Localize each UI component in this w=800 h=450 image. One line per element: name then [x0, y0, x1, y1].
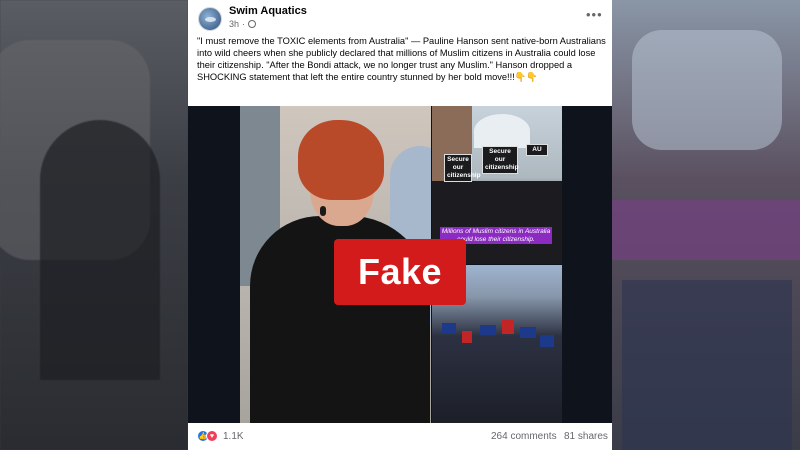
protest-sign: Secure our citizenship — [444, 154, 481, 182]
post-image[interactable]: Secure our citizenship Secure our citize… — [188, 106, 612, 423]
page-name[interactable]: Swim Aquatics — [229, 5, 307, 17]
shares-count[interactable]: 81 shares — [564, 431, 608, 442]
fake-label: Fake — [334, 239, 466, 305]
post-meta: 3h · — [229, 19, 257, 29]
post-time[interactable]: 3h — [229, 19, 239, 29]
post-header: Swim Aquatics 3h · ••• — [188, 0, 612, 34]
comments-count[interactable]: 264 comments — [491, 431, 557, 442]
facebook-post: Swim Aquatics 3h · ••• "I must remove th… — [188, 0, 612, 450]
post-footer: 👍 ♥ 1.1K 264 comments 81 shares — [188, 424, 612, 450]
protest-sign: AU — [526, 144, 548, 156]
reactions[interactable]: 👍 ♥ 1.1K — [197, 430, 244, 442]
page-avatar[interactable] — [198, 7, 222, 31]
reaction-count[interactable]: 1.1K — [223, 431, 244, 442]
more-icon[interactable]: ••• — [586, 8, 603, 21]
love-icon: ♥ — [206, 430, 218, 442]
globe-icon — [248, 20, 257, 28]
background-blur-right — [612, 0, 800, 450]
post-caption: "I must remove the TOXIC elements from A… — [197, 36, 606, 82]
protest-sign: Secure our citizenship — [482, 146, 519, 174]
background-blur-left — [0, 0, 188, 450]
